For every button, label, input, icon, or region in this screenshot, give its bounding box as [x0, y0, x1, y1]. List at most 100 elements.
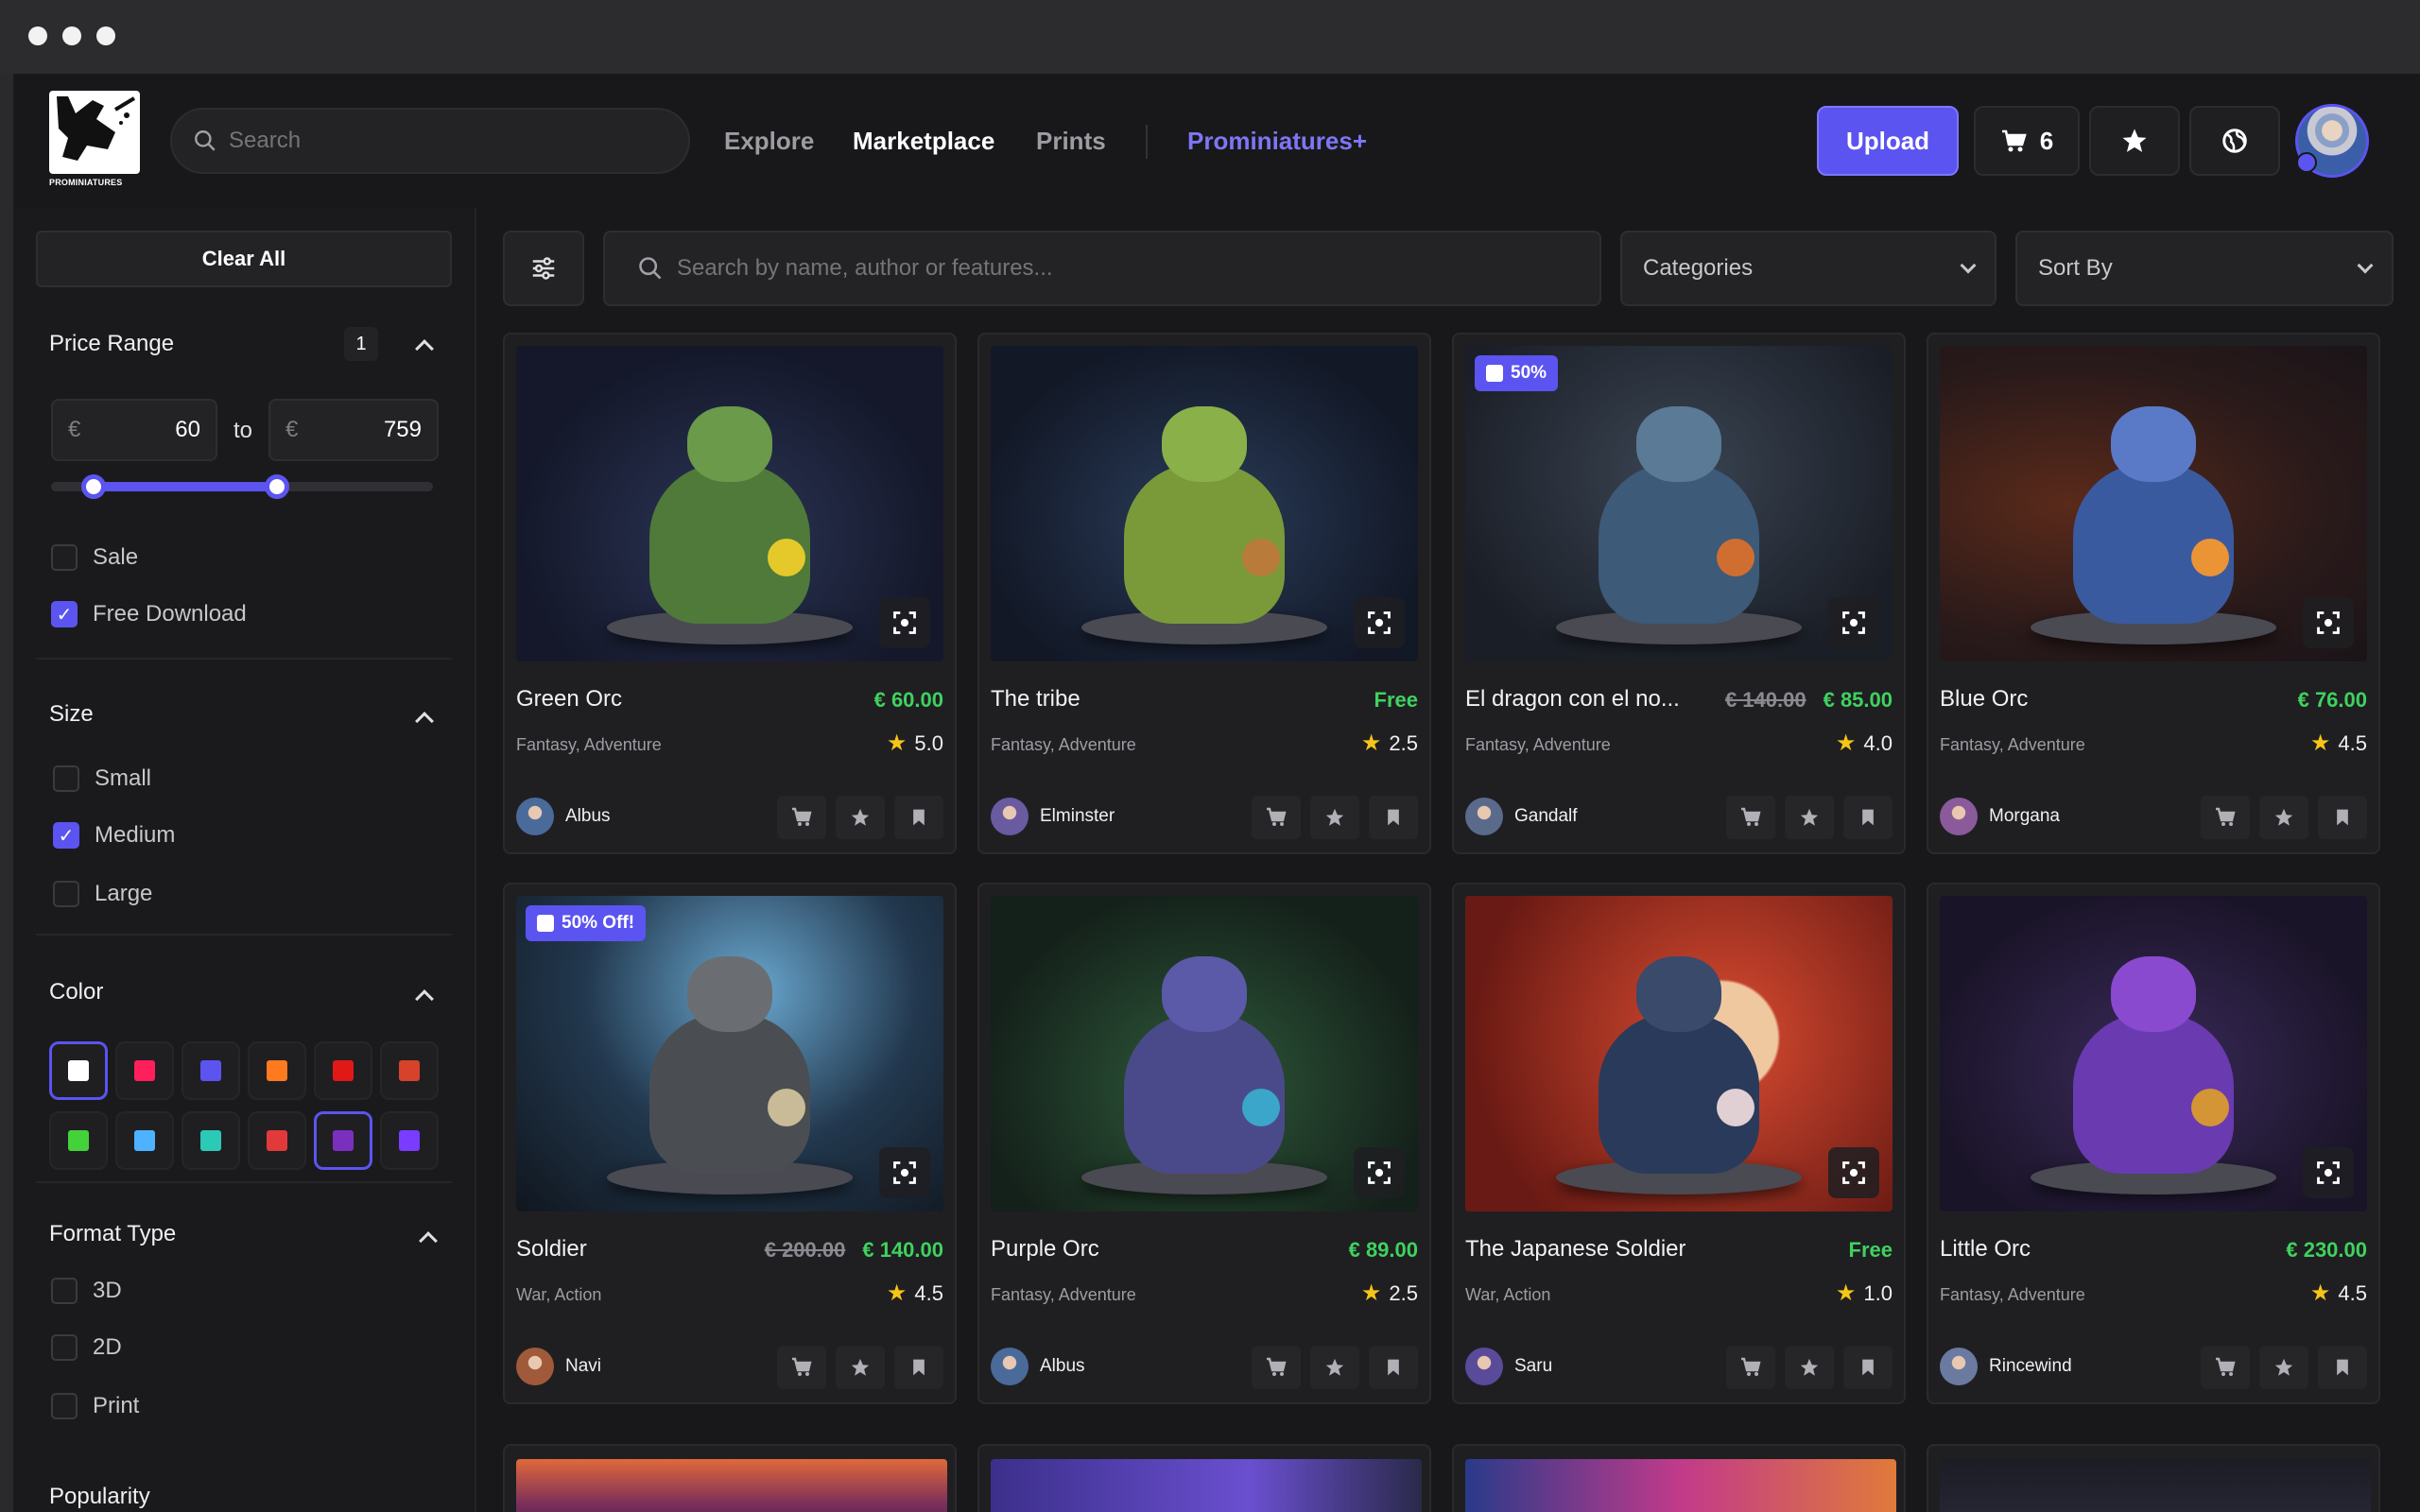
favorite-button[interactable]	[1785, 1346, 1834, 1389]
add-to-cart-button[interactable]	[1726, 1346, 1775, 1389]
add-to-cart-button[interactable]	[2201, 796, 2250, 839]
price-min-input[interactable]: € 60	[51, 399, 217, 461]
format-3d-row[interactable]: 3D	[51, 1278, 122, 1304]
product-title[interactable]: Purple Orc	[991, 1236, 1099, 1263]
format-2d-checkbox[interactable]	[51, 1334, 78, 1361]
logo[interactable]: PROMINIATURES	[49, 91, 140, 191]
free-download-checkbox-row[interactable]: ✓ Free Download	[51, 601, 247, 627]
price-max-input[interactable]: € 759	[268, 399, 439, 461]
clear-all-button[interactable]: Clear All	[36, 231, 452, 287]
color-swatch[interactable]	[182, 1111, 240, 1170]
product-card[interactable]: Little Orc € 230.00 Fantasy, Adventure ★ 4.5…	[1927, 883, 2380, 1404]
add-to-cart-button[interactable]	[777, 796, 826, 839]
ar-view-button[interactable]	[1354, 597, 1405, 648]
favorite-button[interactable]	[2259, 796, 2308, 839]
color-swatch[interactable]	[380, 1041, 439, 1100]
free-download-checkbox[interactable]: ✓	[51, 601, 78, 627]
favorites-button[interactable]	[2089, 106, 2180, 176]
sale-checkbox-row[interactable]: Sale	[51, 544, 138, 571]
add-to-cart-button[interactable]	[777, 1346, 826, 1389]
ar-view-button[interactable]	[879, 1147, 930, 1198]
format-print-row[interactable]: Print	[51, 1393, 139, 1419]
product-author[interactable]: Saru	[1465, 1348, 1552, 1385]
format-collapse-chevron-icon[interactable]	[419, 1231, 438, 1250]
ar-view-button[interactable]	[2303, 1147, 2354, 1198]
product-card[interactable]: 50% El dragon con el no... € 140.00 € 85.00…	[1452, 333, 1906, 854]
product-title[interactable]: Soldier	[516, 1236, 587, 1263]
product-thumbnail[interactable]	[991, 896, 1418, 1211]
bookmark-button[interactable]	[894, 796, 943, 839]
product-author[interactable]: Rincewind	[1940, 1348, 2072, 1385]
product-card[interactable]: Blue Orc € 76.00 Fantasy, Adventure ★ 4.5 Mor…	[1927, 333, 2380, 854]
add-to-cart-button[interactable]	[1252, 796, 1301, 839]
product-author[interactable]: Elminster	[991, 798, 1115, 835]
ar-view-button[interactable]	[1828, 597, 1879, 648]
product-thumbnail[interactable]	[1465, 896, 1893, 1211]
user-avatar[interactable]	[2295, 104, 2369, 178]
window-close-dot[interactable]	[28, 26, 47, 45]
product-card[interactable]: Purple Orc € 89.00 Fantasy, Adventure ★ 2.5 A…	[977, 883, 1431, 1404]
color-swatch[interactable]	[115, 1041, 174, 1100]
product-title[interactable]: The tribe	[991, 686, 1080, 713]
favorite-button[interactable]	[1310, 796, 1359, 839]
product-card-partial[interactable]	[503, 1444, 957, 1512]
ar-view-button[interactable]	[1354, 1147, 1405, 1198]
product-author[interactable]: Morgana	[1940, 798, 2060, 835]
color-swatch[interactable]	[380, 1111, 439, 1170]
product-search[interactable]	[603, 231, 1601, 306]
categories-dropdown[interactable]: Categories	[1620, 231, 1996, 306]
nav-explore[interactable]: Explore	[724, 127, 814, 156]
product-author[interactable]: Albus	[991, 1348, 1085, 1385]
ar-view-button[interactable]	[1828, 1147, 1879, 1198]
bookmark-button[interactable]	[1369, 796, 1418, 839]
global-search[interactable]	[170, 108, 690, 174]
product-thumbnail[interactable]	[991, 346, 1418, 662]
filter-toggle-button[interactable]	[503, 231, 584, 306]
bookmark-button[interactable]	[2318, 796, 2367, 839]
nav-marketplace[interactable]: Marketplace	[853, 127, 994, 156]
cart-button[interactable]: 6	[1974, 106, 2080, 176]
product-card[interactable]: Green Orc € 60.00 Fantasy, Adventure ★ 5.0 Al…	[503, 333, 957, 854]
size-small-row[interactable]: Small	[53, 765, 151, 792]
sale-checkbox[interactable]	[51, 544, 78, 571]
format-3d-checkbox[interactable]	[51, 1278, 78, 1304]
window-maximize-dot[interactable]	[96, 26, 115, 45]
bookmark-button[interactable]	[1843, 1346, 1893, 1389]
color-swatch[interactable]	[248, 1111, 306, 1170]
favorite-button[interactable]	[2259, 1346, 2308, 1389]
product-thumbnail[interactable]: 50% Off!	[516, 896, 943, 1211]
sort-by-dropdown[interactable]: Sort By	[2015, 231, 2394, 306]
product-thumbnail[interactable]	[1940, 896, 2367, 1211]
product-thumbnail[interactable]: 50%	[1465, 346, 1893, 662]
price-collapse-chevron-icon[interactable]	[415, 339, 434, 358]
nav-prominiatures-plus[interactable]: Prominiatures+	[1187, 127, 1367, 156]
product-author[interactable]: Navi	[516, 1348, 601, 1385]
product-card[interactable]: The tribe Free Fantasy, Adventure ★ 2.5 Elmin…	[977, 333, 1431, 854]
size-large-checkbox[interactable]	[53, 881, 79, 907]
add-to-cart-button[interactable]	[1252, 1346, 1301, 1389]
product-card[interactable]: The Japanese Soldier Free War, Action ★ 1.0 S…	[1452, 883, 1906, 1404]
color-collapse-chevron-icon[interactable]	[415, 989, 434, 1008]
product-title[interactable]: El dragon con el no...	[1465, 686, 1680, 713]
format-print-checkbox[interactable]	[51, 1393, 78, 1419]
bookmark-button[interactable]	[1843, 796, 1893, 839]
bookmark-button[interactable]	[894, 1346, 943, 1389]
size-collapse-chevron-icon[interactable]	[415, 712, 434, 730]
product-card-partial[interactable]	[1452, 1444, 1906, 1512]
language-button[interactable]	[2189, 106, 2280, 176]
favorite-button[interactable]	[1310, 1346, 1359, 1389]
favorite-button[interactable]	[1785, 796, 1834, 839]
nav-prints[interactable]: Prints	[1036, 127, 1106, 156]
format-2d-row[interactable]: 2D	[51, 1334, 122, 1361]
add-to-cart-button[interactable]	[2201, 1346, 2250, 1389]
bookmark-button[interactable]	[2318, 1346, 2367, 1389]
product-title[interactable]: The Japanese Soldier	[1465, 1236, 1685, 1263]
size-medium-checkbox[interactable]: ✓	[53, 822, 79, 849]
color-swatch[interactable]	[115, 1111, 174, 1170]
product-search-input[interactable]	[677, 255, 1528, 282]
color-swatch[interactable]	[182, 1041, 240, 1100]
ar-view-button[interactable]	[2303, 597, 2354, 648]
favorite-button[interactable]	[836, 796, 885, 839]
size-large-row[interactable]: Large	[53, 881, 152, 907]
product-thumbnail[interactable]	[516, 346, 943, 662]
